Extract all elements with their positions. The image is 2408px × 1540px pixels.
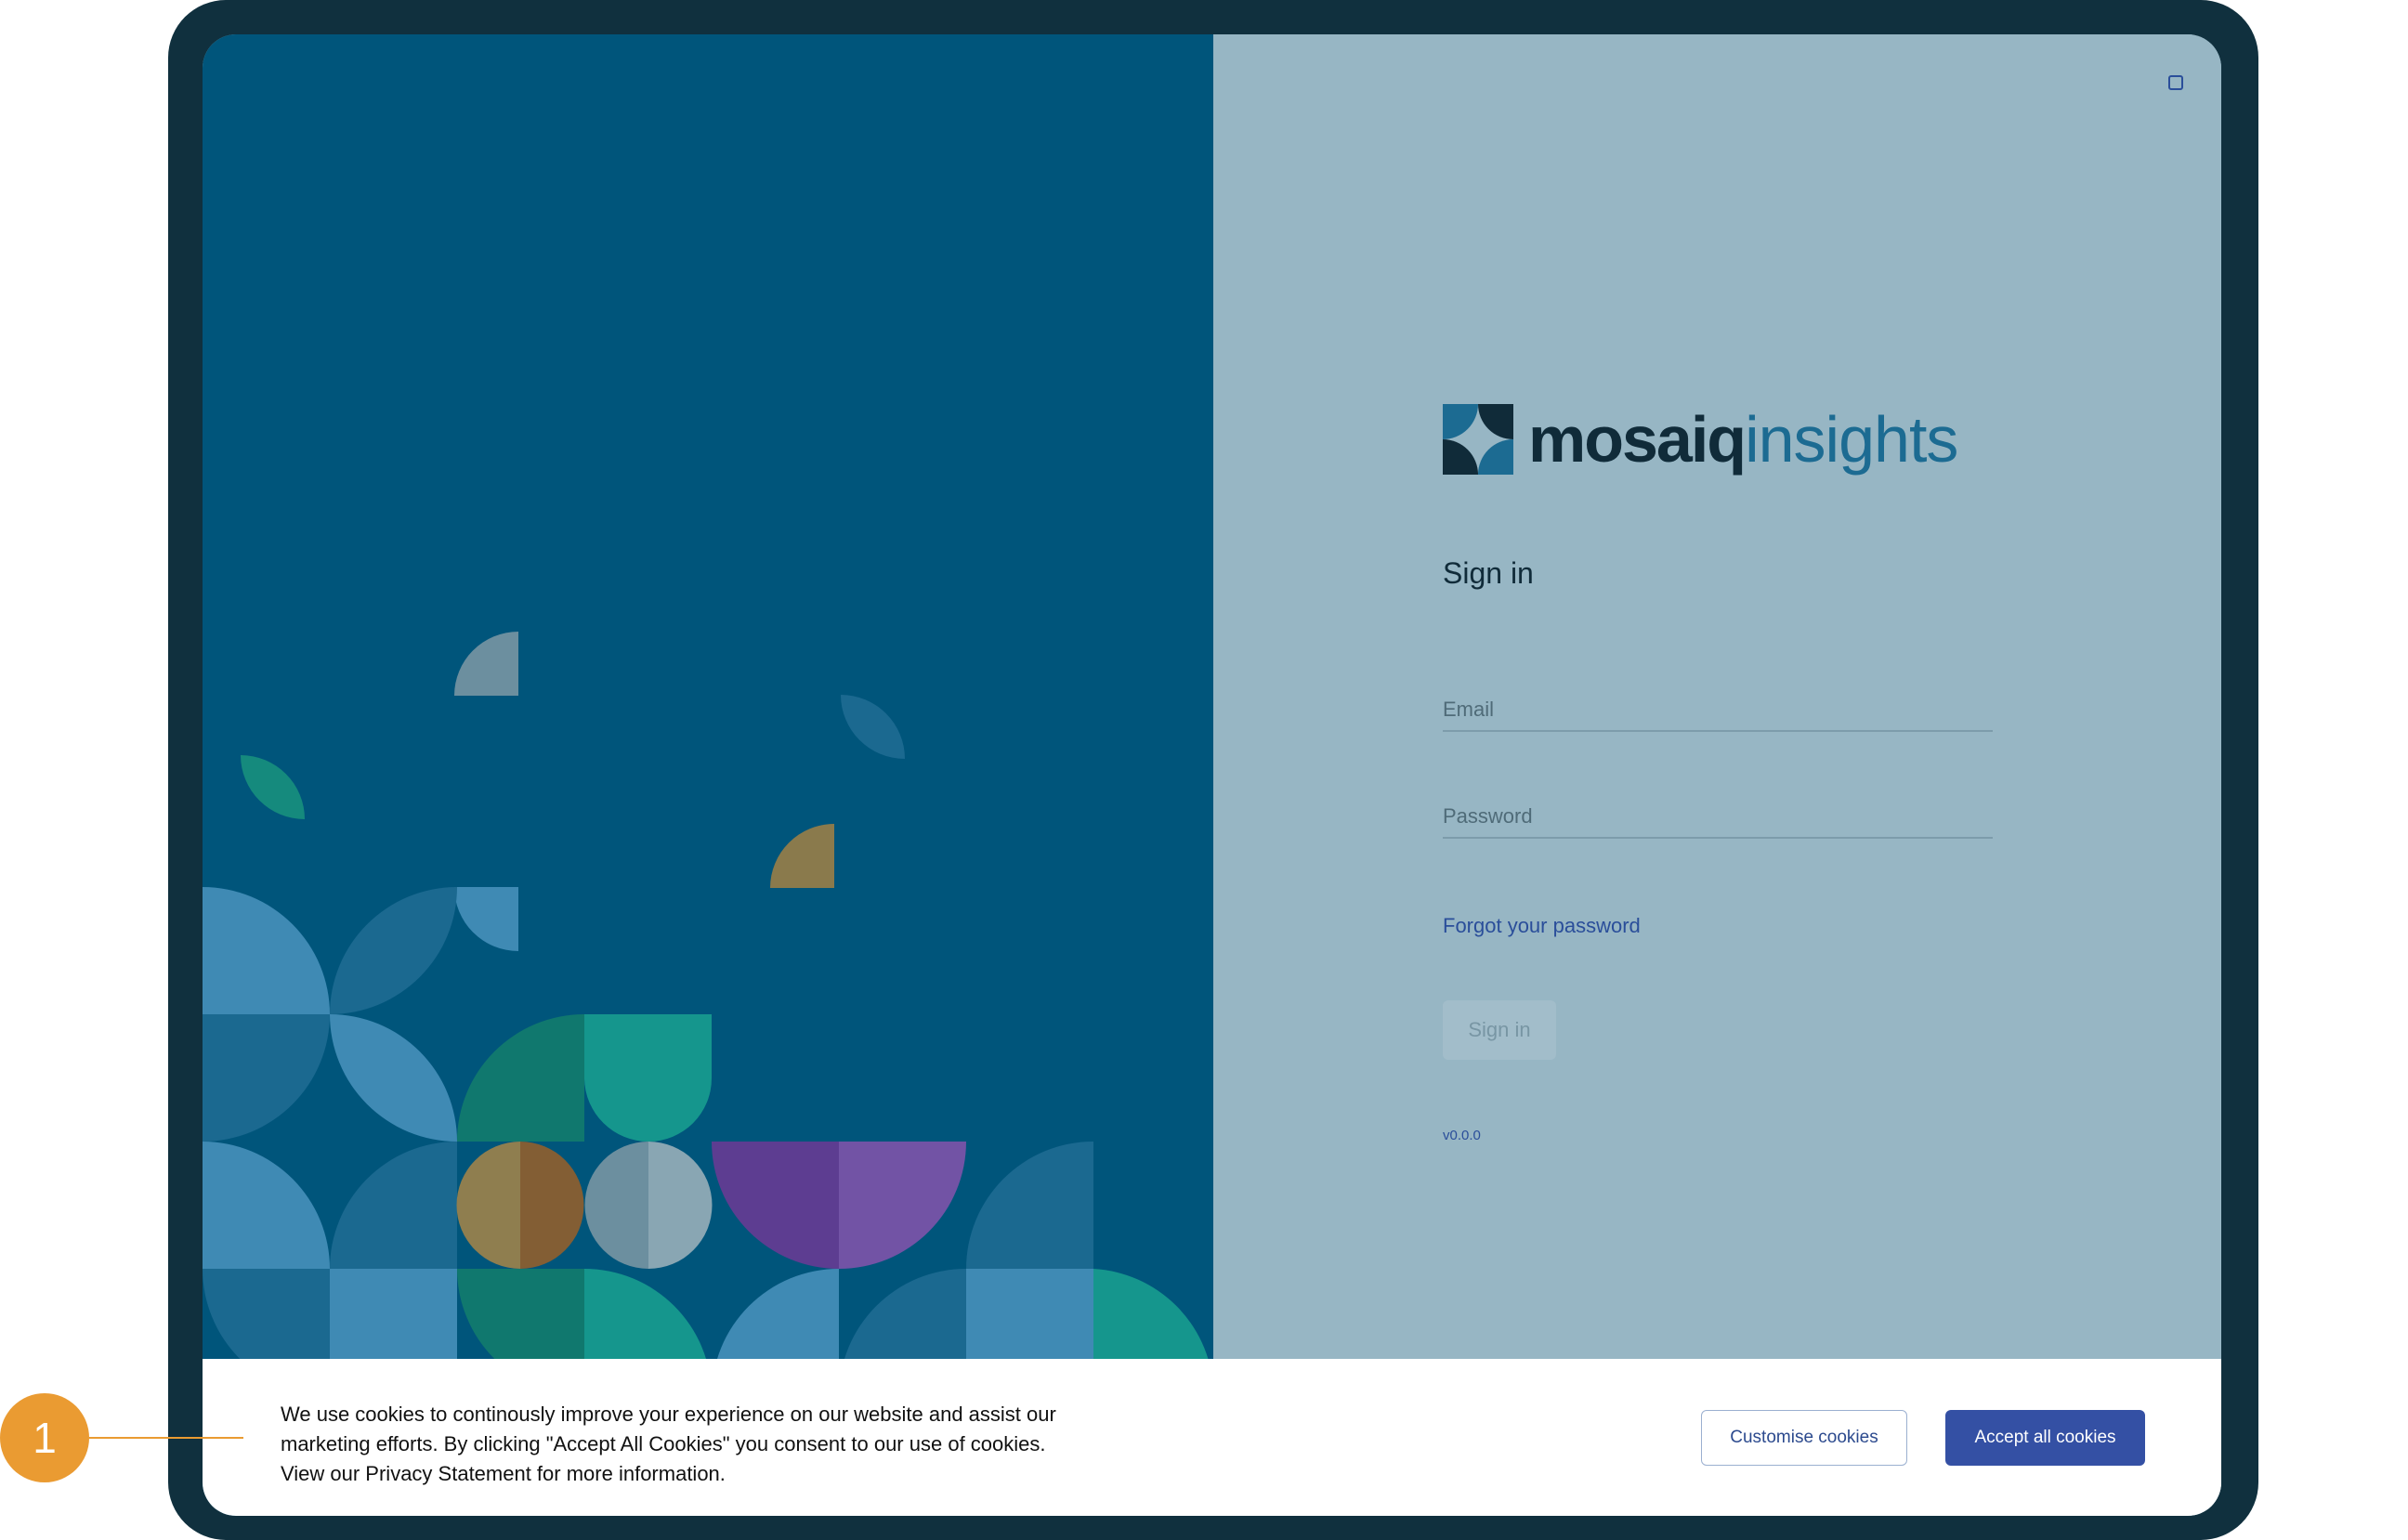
page-title: Sign in <box>1443 556 1534 590</box>
callout-badge: 1 <box>0 1393 89 1482</box>
login-panel: mosaiq insights Sign in Forgot your pass… <box>1213 34 2221 1516</box>
forgot-password-link[interactable]: Forgot your password <box>1443 914 1641 938</box>
mosaic-pattern <box>203 632 1213 1396</box>
app-screen: mosaiq insights Sign in Forgot your pass… <box>203 34 2221 1516</box>
accept-all-cookies-button[interactable]: Accept all cookies <box>1945 1410 2145 1466</box>
four-petal-diamond-icon <box>1443 404 1513 475</box>
decorative-mosaic-panel <box>203 34 1213 1516</box>
brand-name-primary: mosaiq <box>1528 403 1747 476</box>
email-field[interactable] <box>1443 689 1993 732</box>
cookie-message: We use cookies to continously improve yo… <box>281 1400 1210 1489</box>
cookie-banner: We use cookies to continously improve yo… <box>203 1359 2221 1516</box>
square-outline-icon[interactable] <box>2168 75 2183 90</box>
brand-name-secondary: insights <box>1745 403 1958 476</box>
callout-line <box>89 1437 243 1439</box>
customise-cookies-button[interactable]: Customise cookies <box>1701 1410 1907 1466</box>
version-label: v0.0.0 <box>1443 1128 1481 1143</box>
password-field[interactable] <box>1443 796 1993 839</box>
sign-in-button[interactable]: Sign in <box>1443 1000 1556 1060</box>
cookie-message-line: View our Privacy Statement for more info… <box>281 1462 726 1485</box>
brand-logo: mosaiq insights <box>1443 402 1958 476</box>
cookie-message-line: marketing efforts. By clicking "Accept A… <box>281 1432 1046 1455</box>
cookie-message-line: We use cookies to continously improve yo… <box>281 1403 1056 1426</box>
